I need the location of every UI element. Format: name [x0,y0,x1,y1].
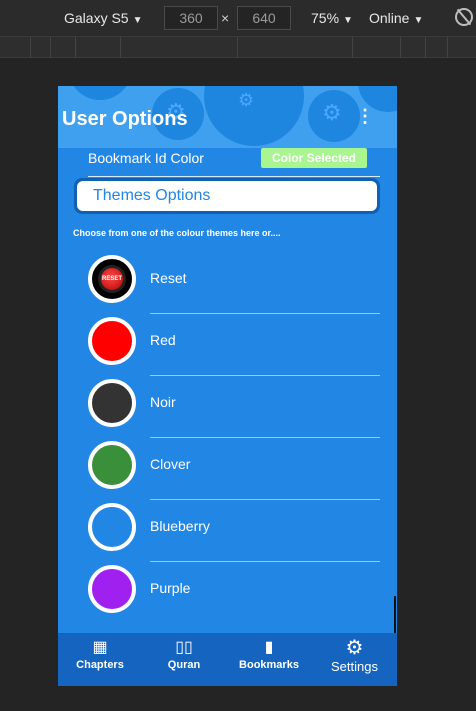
theme-option-label: Noir [150,394,176,410]
grid-icon: ▦ [92,639,108,656]
nav-quran[interactable]: ▯▯ Quran [142,633,226,686]
divider [150,437,380,438]
bookmark-color-label: Bookmark Id Color [88,150,204,166]
header-bubble [68,86,132,100]
dimension-separator: × [221,10,230,26]
themes-options-box[interactable]: Themes Options [74,178,380,214]
bookmark-book-icon: ▮ [264,639,274,656]
theme-option-label: Purple [150,580,191,596]
divider [150,313,380,314]
more-options-icon[interactable]: ⋮ [356,106,374,127]
nav-settings[interactable]: ⚙ Settings [312,633,397,686]
nav-label: Quran [167,659,201,671]
blueberry-swatch [88,503,136,551]
divider [150,375,380,376]
devtools-toolbar: Galaxy S5 ▼ 360 × 640 75% ▼ Online ▼ [0,0,476,36]
header-bubble: ⚙ [204,86,304,146]
bookmark-color-row: Bookmark Id Color Color Selected [88,148,380,178]
color-selected-badge[interactable]: Color Selected [261,148,367,168]
page-title: User Options [62,108,188,130]
nav-bookmarks[interactable]: ▮ Bookmarks [226,633,312,686]
width-input[interactable]: 360 [164,6,218,30]
theme-option-label: Clover [150,456,191,472]
theme-option-red[interactable]: Red [88,317,380,379]
nav-label: Bookmarks [239,659,299,671]
nav-chapters[interactable]: ▦ Chapters [58,633,142,686]
divider [150,561,380,562]
theme-option-label: Red [150,332,176,348]
reset-button-icon: RESET [98,265,126,293]
theme-option-noir[interactable]: Noir [88,379,380,441]
app-header: ⚙ ⚙ ⚙ User Options ⋮ [58,86,397,148]
theme-option-reset[interactable]: RESET Reset [88,255,380,317]
noir-swatch [88,379,136,427]
nav-label: Settings [331,659,378,674]
gear-icon: ⚙ [322,100,342,125]
gear-icon: ⚙ [345,637,364,659]
bottom-nav: ▦ Chapters ▯▯ Quran ▮ Bookmarks ⚙ Settin… [58,633,397,686]
header-bubble: ⚙ [308,90,360,142]
clover-swatch [88,441,136,489]
theme-option-purple[interactable]: Purple [88,565,380,627]
theme-option-clover[interactable]: Clover [88,441,380,503]
network-select[interactable]: Online ▼ [369,10,423,26]
themes-hint: Choose from one of the colour themes her… [73,228,281,238]
scrollbar[interactable] [394,596,396,636]
purple-swatch [88,565,136,613]
red-swatch [88,317,136,365]
device-screen: ⚙ ⚙ ⚙ User Options ⋮ Bookmark Id Color C… [58,86,397,686]
divider [88,176,380,177]
theme-option-label: Blueberry [150,518,210,534]
reset-swatch: RESET [88,255,136,303]
device-ruler [0,36,476,58]
themes-options-label: Themes Options [77,181,377,211]
gear-icon: ⚙ [238,90,255,110]
theme-option-blueberry[interactable]: Blueberry [88,503,380,565]
theme-option-label: Reset [150,270,187,286]
book-open-icon: ▯▯ [175,639,193,656]
zoom-select[interactable]: 75% ▼ [311,10,353,26]
divider [150,499,380,500]
device-select[interactable]: Galaxy S5 ▼ [64,10,143,26]
rotate-icon[interactable] [455,8,473,26]
nav-label: Chapters [76,659,124,671]
height-input[interactable]: 640 [237,6,291,30]
